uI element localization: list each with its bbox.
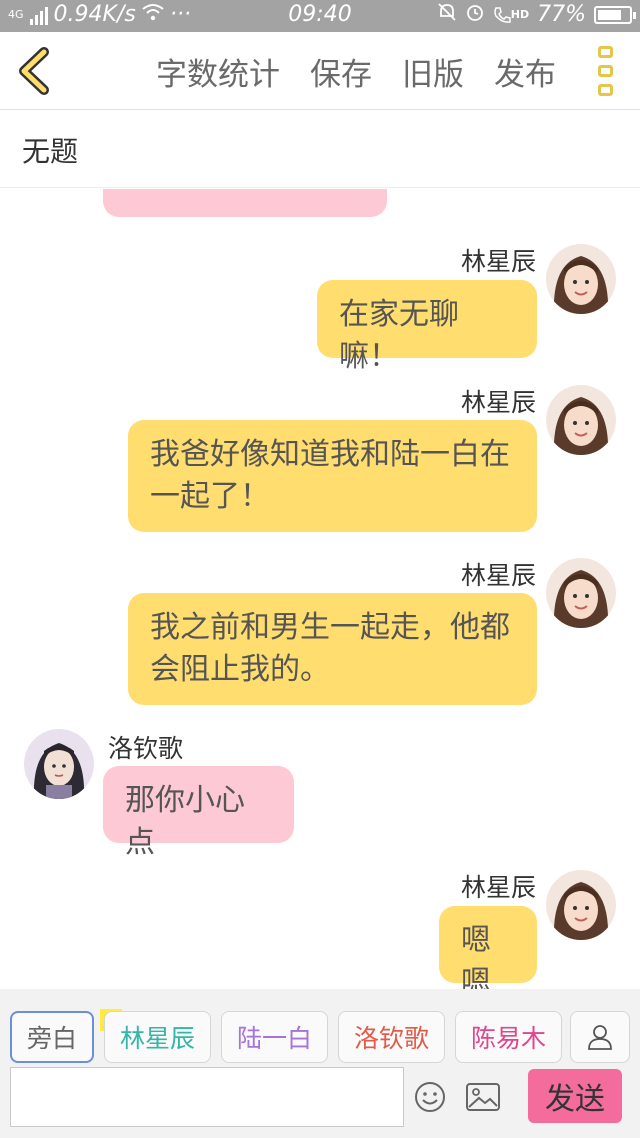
message-bubble: 我之前和男生一起走，他都 会阻止我的。: [128, 593, 537, 705]
speaker-name: 洛钦歌: [108, 734, 184, 763]
message-bubble: 嗯嗯: [439, 906, 537, 989]
message-line: 会阻止我的。: [150, 652, 330, 687]
speaker-name: 林星辰: [460, 388, 536, 417]
top-nav: 字数统计 保存 旧版 发布: [0, 32, 640, 110]
role-label: 陆一白: [236, 1024, 312, 1053]
battery-fill: [598, 9, 621, 20]
avatar-linxingchen[interactable]: [546, 244, 616, 314]
message-bubble: 那你小心点: [103, 766, 294, 860]
message-bubble: 在家无聊嘛！: [317, 280, 537, 374]
chevron-left-icon: [19, 47, 49, 95]
role-tab-luoqinge[interactable]: 洛钦歌: [338, 1011, 445, 1063]
story-title[interactable]: 无题: [22, 130, 78, 170]
hd-label: HD: [510, 8, 530, 21]
image-button[interactable]: [466, 1083, 500, 1111]
alarm-icon: [465, 2, 485, 27]
role-tab-luyibai[interactable]: 陆一白: [221, 1011, 328, 1063]
battery-icon: [594, 5, 636, 24]
hd-call-icon: HD: [493, 6, 529, 24]
message-line: 我之前和男生一起走，他都: [150, 610, 510, 645]
avatar-luoqinge[interactable]: [24, 729, 94, 799]
menu-dot-icon: [598, 84, 613, 96]
send-button[interactable]: 发送: [528, 1069, 622, 1123]
role-tab-narration[interactable]: 旁白: [10, 1011, 94, 1063]
save-button[interactable]: 保存: [310, 49, 372, 94]
role-label: 林星辰: [119, 1024, 195, 1053]
battery-percent: 77%: [537, 2, 586, 27]
avatar-linxingchen[interactable]: [546, 870, 616, 940]
avatar-linxingchen[interactable]: [546, 558, 616, 628]
role-tab-chenyimu[interactable]: 陈易木: [455, 1011, 562, 1063]
speaker-name: 林星辰: [460, 561, 536, 590]
menu-dot-icon: [598, 65, 613, 77]
status-right: HD 77%: [437, 2, 636, 27]
menu-dot-icon: [598, 46, 613, 58]
speaker-name: 林星辰: [460, 873, 536, 902]
title-row[interactable]: 无题: [0, 110, 640, 188]
smiley-icon: [415, 1082, 445, 1112]
user-icon: [588, 1025, 612, 1050]
message-input[interactable]: [10, 1067, 404, 1127]
role-label: 旁白: [26, 1024, 77, 1053]
speaker-name: 林星辰: [460, 247, 536, 276]
role-tab-linxingchen[interactable]: 林星辰: [104, 1011, 211, 1063]
message-bubble-partial: [103, 189, 387, 217]
image-icon: [466, 1083, 500, 1111]
emoji-button[interactable]: [414, 1081, 446, 1113]
message-line: 一起了！: [150, 479, 270, 514]
message-bubble: 我爸好像知道我和陆一白在 一起了！: [128, 420, 537, 532]
nav-actions: 字数统计 保存 旧版 发布: [156, 32, 556, 110]
message-line: 我爸好像知道我和陆一白在: [150, 437, 510, 472]
bottom-toolbar: 旁白 主 林星辰 陆一白 洛钦歌 陈易木 发送: [0, 989, 640, 1138]
publish-button[interactable]: 发布: [494, 49, 556, 94]
back-button[interactable]: [14, 46, 58, 96]
role-label: 陈易木: [470, 1024, 546, 1053]
status-bar: 4G 0.94K/s ··· 09:40 HD 77%: [0, 0, 640, 32]
avatar-linxingchen[interactable]: [546, 385, 616, 455]
chat-area[interactable]: 林星辰 在家无聊嘛！ 林星辰 我爸好像知道我和陆一白在 一起了！ 林星辰 我之前…: [0, 189, 640, 989]
role-label: 洛钦歌: [353, 1024, 429, 1053]
mute-bell-icon: [437, 2, 457, 27]
add-role-button[interactable]: [570, 1011, 630, 1063]
word-count-button[interactable]: 字数统计: [156, 49, 280, 94]
more-menu-button[interactable]: [598, 46, 616, 96]
old-version-button[interactable]: 旧版: [402, 49, 464, 94]
